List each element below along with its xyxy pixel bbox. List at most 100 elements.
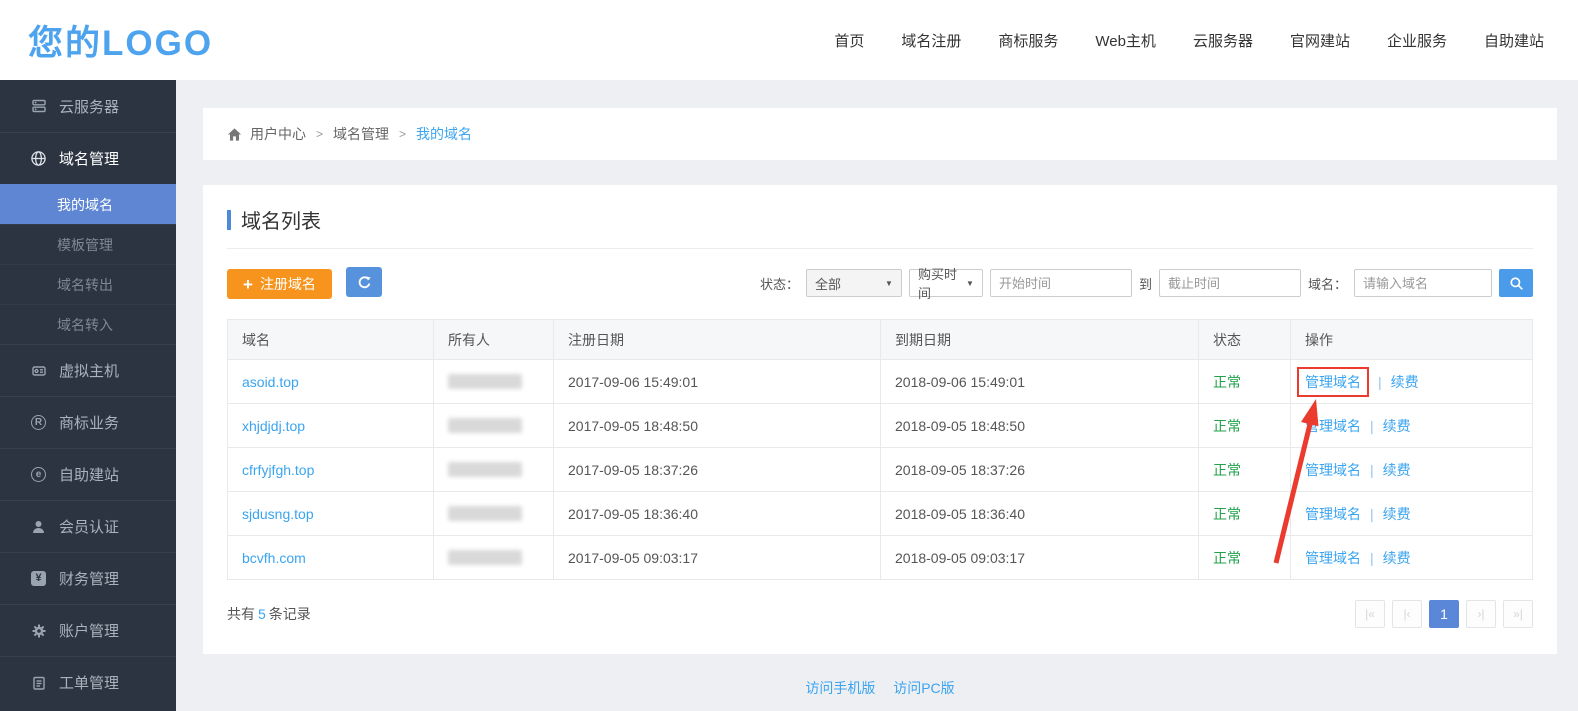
expire-date: 2018-09-05 09:03:17 [895, 550, 1025, 566]
nav-site-building[interactable]: 官网建站 [1290, 30, 1350, 51]
sidebar-sublabel: 域名转出 [57, 275, 113, 295]
action-separator: | [1378, 374, 1382, 390]
breadcrumb-current: 我的域名 [416, 124, 472, 144]
sidebar-sublabel: 我的域名 [57, 195, 113, 215]
globe-icon [30, 150, 47, 167]
breadcrumb: 用户中心 > 域名管理 > 我的域名 [203, 108, 1557, 160]
nav-enterprise-service[interactable]: 企业服务 [1387, 30, 1447, 51]
nav-web-hosting[interactable]: Web主机 [1095, 30, 1156, 51]
nav-home[interactable]: 首页 [834, 30, 864, 51]
to-label: 到 [1139, 274, 1152, 293]
pagination-prev-button[interactable]: |‹ [1392, 600, 1422, 628]
expire-date: 2018-09-05 18:37:26 [895, 462, 1025, 478]
chevron-down-icon: ▼ [885, 279, 893, 288]
domain-link[interactable]: asoid.top [242, 374, 299, 390]
time-field-select[interactable]: 购买时间 ▼ [909, 269, 983, 297]
manage-domain-link[interactable]: 管理域名 [1305, 462, 1361, 478]
owner-redacted [448, 550, 522, 565]
pc-version-link[interactable]: 访问PC版 [893, 680, 954, 696]
manage-domain-link[interactable]: 管理域名 [1305, 418, 1361, 434]
title-accent-bar [227, 210, 231, 230]
sidebar-item-member-auth[interactable]: 会员认证 [0, 500, 176, 552]
col-owner: 所有人 [434, 320, 554, 360]
yen-icon: ¥ [30, 570, 47, 587]
record-count-number: 5 [258, 606, 266, 622]
panel-title: 域名列表 [227, 205, 1533, 249]
breadcrumb-separator: > [399, 127, 406, 141]
pagination-page-1[interactable]: 1 [1429, 600, 1459, 628]
start-date-input[interactable] [990, 269, 1132, 297]
e-circle-icon: e [30, 466, 47, 483]
nav-self-site[interactable]: 自助建站 [1484, 30, 1544, 51]
action-separator: | [1370, 462, 1374, 478]
end-date-input[interactable] [1159, 269, 1301, 297]
sidebar-item-cloud-server[interactable]: 云服务器 [0, 80, 176, 132]
sidebar: 云服务器 域名管理 我的域名 模板管理 域名转出 域名转入 [0, 80, 176, 711]
mobile-version-link[interactable]: 访问手机版 [805, 680, 875, 696]
status-badge: 正常 [1213, 374, 1241, 390]
status-select[interactable]: 全部 ▼ [806, 269, 902, 297]
status-badge: 正常 [1213, 550, 1241, 566]
domain-link[interactable]: bcvfh.com [242, 550, 306, 566]
renew-link[interactable]: 续费 [1391, 374, 1419, 390]
renew-link[interactable]: 续费 [1383, 550, 1411, 566]
table-header-row: 域名 所有人 注册日期 到期日期 状态 操作 [228, 320, 1533, 360]
sidebar-item-site-builder[interactable]: e 自助建站 [0, 448, 176, 500]
breadcrumb-user-center[interactable]: 用户中心 [250, 124, 306, 144]
register-date: 2017-09-05 18:37:26 [568, 462, 698, 478]
breadcrumb-domain-manage[interactable]: 域名管理 [333, 124, 389, 144]
sidebar-label: 商标业务 [59, 412, 119, 433]
renew-link[interactable]: 续费 [1383, 506, 1411, 522]
register-domain-button[interactable]: + 注册域名 [227, 269, 332, 299]
renew-link[interactable]: 续费 [1383, 418, 1411, 434]
status-filter-label: 状态： [760, 274, 799, 293]
sidebar-item-finance[interactable]: ¥ 财务管理 [0, 552, 176, 604]
table-row: sjdusng.top 2017-09-05 18:36:40 2018-09-… [228, 492, 1533, 536]
sidebar-item-domain-transfer-in[interactable]: 域名转入 [0, 304, 176, 344]
nav-trademark-service[interactable]: 商标服务 [998, 30, 1058, 51]
register-date: 2017-09-05 18:36:40 [568, 506, 698, 522]
status-badge: 正常 [1213, 506, 1241, 522]
site-logo: 您的LOGO [28, 15, 213, 66]
record-count: 共有5条记录 [227, 604, 311, 624]
domain-link[interactable]: xhjdjdj.top [242, 418, 305, 434]
owner-redacted [448, 418, 522, 433]
register-domain-label: 注册域名 [260, 274, 316, 294]
action-separator: | [1370, 550, 1374, 566]
nav-cloud-server[interactable]: 云服务器 [1193, 30, 1253, 51]
pagination-next-button[interactable]: ›| [1466, 600, 1496, 628]
sidebar-item-template-manage[interactable]: 模板管理 [0, 224, 176, 264]
renew-link[interactable]: 续费 [1383, 462, 1411, 478]
nav-domain-register[interactable]: 域名注册 [901, 30, 961, 51]
sidebar-item-account[interactable]: 账户管理 [0, 604, 176, 656]
manage-domain-link[interactable]: 管理域名 [1305, 550, 1361, 566]
plus-icon: + [243, 276, 253, 293]
gear-icon [30, 622, 47, 639]
pagination-last-button[interactable]: »| [1503, 600, 1533, 628]
manage-domain-link[interactable]: 管理域名 [1305, 374, 1361, 390]
manage-domain-link[interactable]: 管理域名 [1305, 506, 1361, 522]
sidebar-item-ticket[interactable]: 工单管理 [0, 656, 176, 708]
search-button[interactable] [1499, 269, 1533, 297]
pagination-first-button[interactable]: |« [1355, 600, 1385, 628]
col-status: 状态 [1199, 320, 1291, 360]
time-field-value: 购买时间 [918, 264, 960, 302]
sidebar-submenu-domain: 我的域名 模板管理 域名转出 域名转入 [0, 184, 176, 344]
domain-link[interactable]: sjdusng.top [242, 506, 314, 522]
sidebar-item-domain-manage[interactable]: 域名管理 [0, 132, 176, 184]
refresh-button[interactable] [346, 267, 382, 297]
domain-search-input[interactable] [1354, 269, 1492, 297]
action-separator: | [1370, 506, 1374, 522]
col-actions: 操作 [1291, 320, 1533, 360]
domain-link[interactable]: cfrfyjfgh.top [242, 462, 314, 478]
sidebar-item-domain-transfer-out[interactable]: 域名转出 [0, 264, 176, 304]
ticket-document-icon [30, 674, 47, 691]
sidebar-sublabel: 域名转入 [57, 315, 113, 335]
sidebar-item-virtual-host[interactable]: 虚拟主机 [0, 344, 176, 396]
sidebar-item-my-domains[interactable]: 我的域名 [0, 184, 176, 224]
sidebar-label: 云服务器 [59, 96, 119, 117]
expire-date: 2018-09-05 18:36:40 [895, 506, 1025, 522]
sidebar-item-trademark[interactable]: R 商标业务 [0, 396, 176, 448]
page-footer: 访问手机版 访问PC版 [203, 678, 1557, 698]
toolbar: + 注册域名 状态： 全部 ▼ [227, 267, 1533, 299]
